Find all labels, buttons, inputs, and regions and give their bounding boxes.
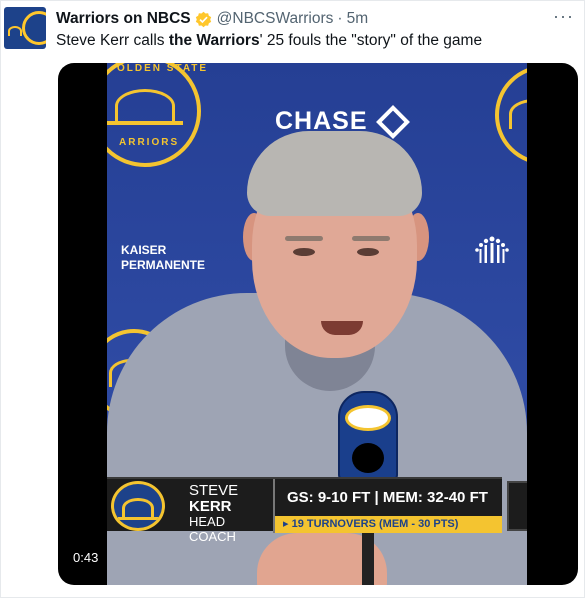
more-options-icon[interactable]: ···: [553, 6, 574, 27]
video-duration: 0:43: [68, 548, 104, 567]
video-player[interactable]: OLDEN STATE ARRIORS CHASE KAISER PERMANE…: [58, 63, 578, 585]
warriors-logo-icon: [111, 481, 165, 531]
tweet-header: Warriors on NBCS @NBCSWarriors · 5m: [56, 9, 368, 29]
mic-stand: [362, 528, 374, 585]
person-eye: [357, 248, 379, 256]
person-hair: [247, 131, 422, 216]
logo-text-top: OLDEN STATE: [117, 63, 209, 74]
separator-dot: ·: [337, 10, 343, 27]
person-brow: [352, 236, 390, 241]
warriors-logo-icon: [22, 11, 46, 45]
person-title: HEAD COACH: [189, 514, 236, 544]
sponsor-kaiser: KAISER PERMANENTE: [121, 243, 205, 273]
user-handle[interactable]: @NBCSWarriors: [217, 10, 334, 28]
first-name: STEVE: [189, 482, 239, 499]
lower-third-graphic: STEVE KERR HEAD COACH GS: 9-10 FT | MEM:…: [107, 477, 502, 544]
free-throw-stats: GS: 9-10 FT | MEM: 32-40 FT: [287, 489, 488, 506]
tweet-card[interactable]: Warriors on NBCS @NBCSWarriors · 5m ··· …: [0, 0, 585, 598]
last-name: KERR: [189, 498, 232, 515]
bridge-deck: [107, 121, 183, 125]
bridge-icon: [8, 26, 22, 36]
turnover-stats: ▸ 19 TURNOVERS (MEM - 30 PTS): [283, 518, 459, 530]
avatar[interactable]: [4, 7, 46, 49]
tweet-text: Steve Kerr calls the Warriors' 25 fouls …: [56, 32, 482, 50]
timestamp-link[interactable]: 5m: [347, 10, 369, 28]
logo-text-bottom: ARRIORS: [119, 137, 180, 148]
bridge-graphic: [122, 498, 154, 518]
sponsor-kaiser-line1: KAISER: [121, 243, 167, 257]
turnover-bar: ▸ 19 TURNOVERS (MEM - 30 PTS): [275, 516, 502, 533]
person-eye: [293, 248, 315, 256]
bridge-graphic: [509, 99, 527, 129]
mic-logo-icon: [345, 405, 391, 431]
bridge-deck: [118, 517, 160, 520]
person-brow: [285, 236, 323, 241]
bridge-graphic: [115, 89, 175, 123]
sponsor-kaiser-line2: PERMANENTE: [121, 258, 206, 272]
warriors-logo: OLDEN STATE ARRIORS: [107, 63, 206, 167]
kaiser-logo-icon: [475, 236, 509, 263]
mic-grill: [352, 443, 384, 473]
tweet-text-part: ' 25 fouls the "story" of the game: [259, 32, 483, 49]
warriors-logo: [495, 65, 527, 165]
name-plate: STEVE KERR HEAD COACH: [175, 479, 275, 544]
tweet-text-part: Steve Kerr calls: [56, 32, 169, 49]
microphone: [338, 391, 398, 481]
display-name[interactable]: Warriors on NBCS: [56, 10, 191, 28]
verified-badge-icon: [195, 11, 211, 27]
tweet-text-bold: the Warriors: [168, 32, 260, 49]
video-frame: OLDEN STATE ARRIORS CHASE KAISER PERMANE…: [107, 63, 527, 585]
lower-third-edge: [507, 481, 527, 531]
